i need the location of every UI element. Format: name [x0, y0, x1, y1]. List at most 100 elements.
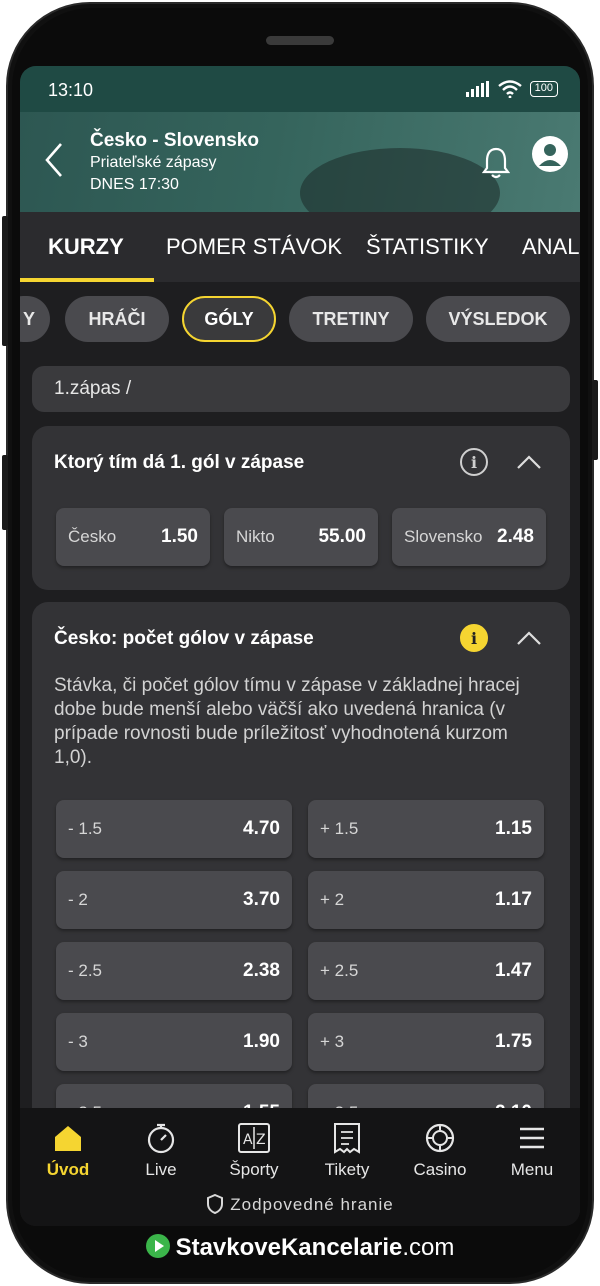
odd-button[interactable]: Nikto 55.00 [224, 508, 378, 566]
tab-kurzy[interactable]: KURZY [48, 234, 124, 260]
user-account-icon[interactable] [532, 136, 568, 172]
market-title: Ktorý tím dá 1. gól v zápase [54, 452, 305, 473]
side-button [2, 455, 8, 530]
odd-label: + 2 [320, 890, 345, 909]
odd-label: - 2 [68, 890, 88, 909]
market-card-first-goal: Ktorý tím dá 1. gól v zápase i Česko 1.5… [32, 426, 570, 590]
chevron-up-icon[interactable] [516, 630, 542, 646]
match-competition: Priateľské zápasy [90, 154, 217, 171]
odd-button[interactable]: Česko 1.50 [56, 508, 210, 566]
odd-button[interactable]: + 2.5 1.47 [308, 942, 544, 1000]
chevron-up-icon[interactable] [516, 454, 542, 470]
info-icon[interactable]: i [460, 624, 488, 652]
odd-label: + 3 [320, 1032, 345, 1051]
tab-pomer-stavok[interactable]: POMER STÁVOK [166, 234, 342, 260]
play-logo-icon [145, 1234, 170, 1258]
odd-value: 1.75 [495, 1031, 532, 1052]
shield-icon [207, 1193, 224, 1215]
bottom-navigation: Úvod Live AZ Športy Tikety Casino Menu Z… [20, 1108, 580, 1226]
casino-chip-icon [425, 1123, 455, 1153]
sports-az-icon: AZ [238, 1123, 270, 1153]
odd-button[interactable]: + 3 1.75 [308, 1013, 544, 1071]
odd-button[interactable]: + 1.5 1.15 [308, 800, 544, 858]
odd-button[interactable]: Slovensko 2.48 [392, 508, 546, 566]
match-title: Česko - Slovensko [90, 130, 259, 151]
brand-watermark: StavkoveKancelarie.com [0, 1234, 600, 1262]
odd-label: + 1.5 [320, 819, 359, 838]
chip-previous[interactable]: Y [20, 296, 50, 342]
back-arrow-icon[interactable] [44, 142, 64, 178]
app-screen: 13:10 100 Česko - Slovensko Priateľské z… [20, 66, 580, 1226]
nav-item-casino[interactable]: Casino [395, 1122, 485, 1180]
odd-label: Česko [68, 527, 117, 546]
odd-label: Nikto [236, 527, 275, 546]
chip-tretiny[interactable]: TRETINY [289, 296, 413, 342]
status-icons: 100 [465, 80, 558, 98]
volume-button [2, 216, 8, 346]
info-icon[interactable]: i [460, 448, 488, 476]
nav-item-tikety[interactable]: Tikety [302, 1122, 392, 1180]
tab-analyza[interactable]: ANAL [522, 234, 579, 260]
home-icon [55, 1126, 81, 1151]
svg-text:A: A [243, 1132, 253, 1148]
brand-name: StavkoveKancelarie [175, 1234, 403, 1261]
match-date: DNES 17:30 [90, 176, 179, 193]
odd-value: 55.00 [318, 526, 366, 547]
nav-label: Úvod [46, 1160, 90, 1179]
signal-icon [465, 81, 489, 97]
market-tabs: KURZY POMER STÁVOK ŠTATISTIKY ANAL [20, 212, 580, 282]
status-time: 13:10 [48, 80, 94, 100]
odd-value: 1.90 [243, 1031, 280, 1052]
odd-value: 1.15 [495, 818, 532, 839]
svg-text:Z: Z [256, 1132, 266, 1148]
stopwatch-icon [147, 1123, 175, 1154]
responsible-gaming-label: Zodpovedné hranie [230, 1195, 394, 1214]
odd-button[interactable]: + 2 1.17 [308, 871, 544, 929]
nav-label: Casino [413, 1160, 467, 1179]
chip-hraci[interactable]: HRÁČI [65, 296, 169, 342]
responsible-gaming-link[interactable]: Zodpovedné hranie [20, 1193, 580, 1215]
chip-goly[interactable]: GÓLY [182, 296, 276, 342]
nav-item-uvod[interactable]: Úvod [23, 1122, 113, 1180]
category-chips: Y HRÁČI GÓLY TRETINY VÝSLEDOK [20, 282, 580, 366]
power-button [592, 380, 598, 460]
breadcrumb[interactable]: 1.zápas / [32, 366, 570, 412]
odd-button[interactable]: - 2.5 2.38 [56, 942, 292, 1000]
market-card-goal-count: Česko: počet gólov v zápase i Stávka, či… [32, 602, 570, 1162]
odd-button[interactable]: - 3 1.90 [56, 1013, 292, 1071]
nav-label: Športy [229, 1160, 279, 1179]
odd-label: - 1.5 [68, 819, 103, 838]
brand-tld: .com [402, 1234, 455, 1261]
odd-label: Slovensko [404, 527, 483, 546]
market-description: Stávka, či počet gólov tímu v zápase v z… [54, 675, 520, 768]
wifi-icon [497, 80, 522, 98]
odd-label: - 3 [68, 1032, 88, 1051]
battery-icon: 100 [529, 81, 558, 97]
nav-label: Live [145, 1160, 177, 1179]
odd-value: 1.50 [161, 526, 198, 547]
match-header: Česko - Slovensko Priateľské zápasy DNES… [20, 112, 580, 212]
odd-button[interactable]: - 2 3.70 [56, 871, 292, 929]
speaker-grille [266, 36, 334, 45]
market-title: Česko: počet gólov v zápase [54, 628, 314, 649]
chip-vysledok[interactable]: VÝSLEDOK [426, 296, 570, 342]
status-bar: 13:10 100 [20, 66, 580, 112]
odd-value: 3.70 [243, 889, 280, 910]
odd-value: 4.70 [243, 818, 280, 839]
ticket-icon [334, 1123, 360, 1154]
nav-item-menu[interactable]: Menu [487, 1122, 577, 1180]
tab-statistiky[interactable]: ŠTATISTIKY [366, 234, 489, 260]
bell-icon[interactable] [482, 146, 510, 180]
nav-item-sporty[interactable]: AZ Športy [209, 1122, 299, 1180]
odd-value: 2.38 [243, 960, 280, 981]
header-background-image [300, 148, 500, 212]
odd-value: 2.48 [497, 526, 534, 547]
odd-button[interactable]: - 1.5 4.70 [56, 800, 292, 858]
odd-value: 1.47 [495, 960, 532, 981]
nav-item-live[interactable]: Live [116, 1122, 206, 1180]
odd-label: - 2.5 [68, 961, 103, 980]
odd-label: + 2.5 [320, 961, 359, 980]
nav-label: Menu [510, 1160, 554, 1179]
nav-label: Tikety [324, 1160, 370, 1179]
odd-value: 1.17 [495, 889, 532, 910]
